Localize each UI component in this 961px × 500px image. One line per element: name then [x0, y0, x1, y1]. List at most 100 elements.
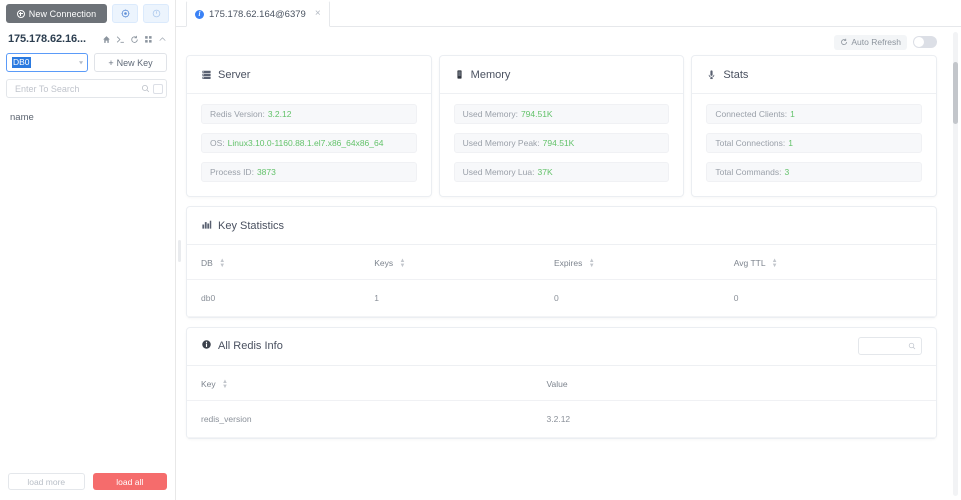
cell-db: db0	[187, 279, 374, 316]
server-icon	[201, 69, 212, 80]
auto-refresh-button[interactable]: Auto Refresh	[834, 35, 907, 50]
sort-icon[interactable]: ▲▼	[772, 259, 778, 269]
new-connection-button[interactable]: New Connection	[6, 4, 107, 23]
connection-action-icons	[102, 35, 167, 44]
all-redis-info-title: All Redis Info	[218, 340, 283, 352]
column-label: Value	[547, 379, 568, 389]
column-header-value: Value	[547, 366, 936, 400]
list-item[interactable]: name	[10, 110, 165, 125]
card-stats-title: Stats	[723, 69, 748, 81]
info-label: Connected Clients:	[715, 109, 787, 119]
power-icon	[152, 9, 161, 18]
info-label: Used Memory Peak:	[463, 138, 540, 148]
main-area: i 175.178.62.164@6379 × Auto Refresh	[176, 0, 961, 500]
sort-icon[interactable]: ▲▼	[400, 259, 406, 269]
refresh-icon[interactable]	[130, 35, 139, 44]
info-value: Linux3.10.0-1160.88.1.el7.x86_64x86_64	[228, 138, 384, 148]
search-input[interactable]	[13, 83, 141, 95]
key-list-footer: load more load all	[0, 465, 175, 500]
key-statistics-title: Key Statistics	[218, 220, 284, 232]
card-memory-body: Used Memory: 794.51K Used Memory Peak: 7…	[440, 94, 684, 196]
info-label: Total Commands:	[715, 167, 781, 177]
redis-info-search-box[interactable]	[858, 337, 922, 355]
globe-icon	[121, 9, 130, 18]
column-header-db[interactable]: DB ▲▼	[187, 245, 374, 279]
load-all-button[interactable]: load all	[93, 473, 168, 490]
card-server-body: Redis Version: 3.2.12 OS: Linux3.10.0-11…	[187, 94, 431, 196]
cell-keys: 1	[374, 279, 554, 316]
info-value: 1	[788, 138, 793, 148]
power-button[interactable]	[143, 4, 169, 23]
info-row: Used Memory Lua: 37K	[454, 162, 670, 182]
info-value: 3.2.12	[268, 109, 292, 119]
column-label: Expires	[554, 258, 582, 268]
column-header-keys[interactable]: Keys ▲▼	[374, 245, 554, 279]
db-controls: DB0 ▾ + New Key	[0, 53, 175, 72]
info-label: Redis Version:	[210, 109, 265, 119]
load-more-button[interactable]: load more	[8, 473, 85, 490]
connection-header: 175.178.62.16...	[0, 23, 175, 51]
search-icon[interactable]	[141, 84, 150, 93]
key-statistics-table: DB ▲▼ Keys ▲▼ Expires ▲▼	[187, 245, 936, 317]
table-row[interactable]: redis_version 3.2.12	[187, 400, 936, 437]
info-icon	[201, 339, 212, 353]
settings-globe-button[interactable]	[112, 4, 138, 23]
sort-icon[interactable]: ▲▼	[222, 380, 228, 390]
memory-icon	[454, 69, 465, 80]
sort-icon[interactable]: ▲▼	[589, 259, 595, 269]
select-all-keys-button[interactable]	[153, 84, 163, 94]
info-row: Used Memory Peak: 794.51K	[454, 133, 670, 153]
column-header-expires[interactable]: Expires ▲▼	[554, 245, 734, 279]
new-key-button[interactable]: + New Key	[94, 53, 167, 72]
tab-connection[interactable]: i 175.178.62.164@6379 ×	[186, 0, 330, 27]
vertical-scrollbar[interactable]	[953, 32, 958, 496]
grid-icon[interactable]	[144, 35, 153, 44]
info-cards-row: Server Redis Version: 3.2.12 OS: Linux3.…	[186, 55, 937, 197]
table-header-row: Key ▲▼ Value	[187, 366, 936, 400]
info-value: 1	[790, 109, 795, 119]
info-row: Used Memory: 794.51K	[454, 104, 670, 124]
db-select-value: DB0	[12, 57, 31, 68]
info-icon: i	[195, 10, 204, 19]
card-stats-header: Stats	[692, 56, 936, 94]
info-value: 794.51K	[543, 138, 575, 148]
table-row[interactable]: db0 1 0 0	[187, 279, 936, 316]
panel-all-redis-info: All Redis Info Key ▲▼	[186, 327, 937, 439]
card-stats: Stats Connected Clients: 1 Total Connect…	[691, 55, 937, 197]
toggle-knob	[914, 37, 924, 47]
home-icon[interactable]	[102, 35, 111, 44]
chevron-up-icon[interactable]	[158, 35, 167, 44]
sidebar-toolbar: New Connection	[0, 0, 175, 23]
column-label: Keys	[374, 258, 393, 268]
search-icon	[908, 342, 916, 350]
panel-key-statistics: Key Statistics DB ▲▼ Keys ▲▼	[186, 206, 937, 318]
info-label: Process ID:	[210, 167, 254, 177]
key-search-row	[0, 72, 175, 98]
close-icon[interactable]: ×	[315, 9, 321, 19]
panel-resize-handle[interactable]	[178, 240, 181, 262]
new-connection-label: New Connection	[29, 9, 96, 19]
plus-icon: +	[108, 58, 113, 68]
info-label: OS:	[210, 138, 225, 148]
key-search-box[interactable]	[6, 79, 167, 98]
info-row: Total Connections: 1	[706, 133, 922, 153]
column-label: DB	[201, 258, 213, 268]
column-header-avg-ttl[interactable]: Avg TTL ▲▼	[734, 245, 936, 279]
new-key-label: New Key	[117, 58, 153, 68]
table-header-row: DB ▲▼ Keys ▲▼ Expires ▲▼	[187, 245, 936, 279]
info-value: 37K	[537, 167, 552, 177]
auto-refresh-toggle[interactable]	[913, 36, 937, 48]
key-list: name	[0, 98, 175, 465]
info-value: 794.51K	[521, 109, 553, 119]
card-memory-title: Memory	[471, 69, 511, 81]
db-select[interactable]: DB0 ▾	[6, 53, 88, 72]
terminal-icon[interactable]	[116, 35, 125, 44]
auto-refresh-control: Auto Refresh	[834, 35, 937, 50]
info-row: Redis Version: 3.2.12	[201, 104, 417, 124]
scrollbar-thumb[interactable]	[953, 62, 958, 124]
card-stats-body: Connected Clients: 1 Total Connections: …	[692, 94, 936, 196]
column-header-key[interactable]: Key ▲▼	[187, 366, 547, 400]
sort-icon[interactable]: ▲▼	[219, 259, 225, 269]
content-scroll-area: Server Redis Version: 3.2.12 OS: Linux3.…	[176, 53, 961, 500]
card-memory: Memory Used Memory: 794.51K Used Memory …	[439, 55, 685, 197]
